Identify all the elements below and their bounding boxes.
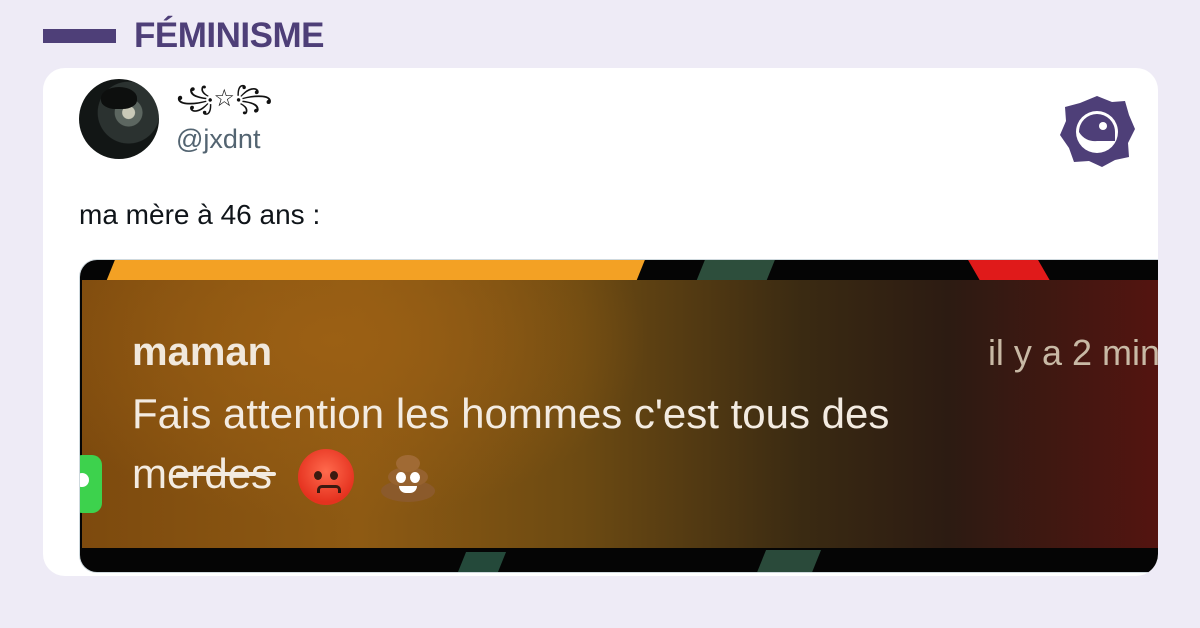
category-label: FÉMINISME	[134, 16, 324, 55]
display-name[interactable]: ꧁☆꧂	[176, 83, 273, 113]
tweet-media[interactable]: maman il y a 2 min Fais attention les ho…	[79, 259, 1158, 573]
angry-face-icon	[297, 448, 354, 505]
notification-message-line1: Fais attention les hommes c'est tous des	[132, 390, 890, 437]
notification-message-line2: merdes	[132, 448, 437, 505]
avatar[interactable]	[79, 79, 159, 159]
tweet-text: ma mère à 46 ans :	[79, 199, 321, 230]
notification-banner: maman il y a 2 min Fais attention les ho…	[80, 280, 1158, 548]
category-bar	[43, 29, 116, 43]
notification-sender: maman	[132, 330, 273, 374]
pile-of-poo-icon	[379, 450, 437, 504]
messages-app-icon	[80, 455, 102, 513]
tweet-card: ꧁☆꧂ @jxdnt ma mère à 46 ans : maman il y…	[43, 68, 1158, 576]
brand-logo-icon	[1060, 96, 1135, 167]
strikethrough-scribble	[176, 472, 276, 476]
wallpaper-stripe	[753, 550, 822, 572]
user-handle[interactable]: @jxdnt	[176, 122, 260, 156]
wallpaper-stripe	[453, 552, 507, 572]
notification-time: il y a 2 min	[987, 332, 1158, 373]
